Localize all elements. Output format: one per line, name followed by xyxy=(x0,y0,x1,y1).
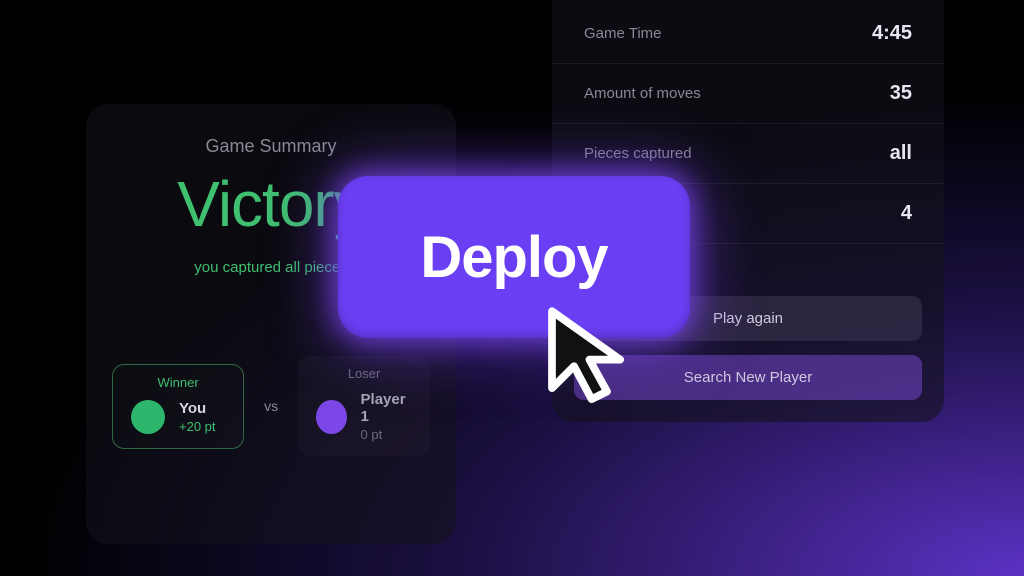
winner-avatar-dot xyxy=(131,400,165,434)
winner-body: You +20 pt xyxy=(131,400,225,434)
stat-value: 4 xyxy=(901,202,912,225)
loser-box: Loser Player 1 0 pt xyxy=(298,356,430,456)
loser-role-label: Loser xyxy=(316,366,412,381)
stat-row: Game Time 4:45 xyxy=(552,4,944,64)
stat-label: Game Time xyxy=(584,25,662,42)
stat-row: Pieces captured all xyxy=(552,124,944,184)
stat-value: 35 xyxy=(890,82,912,105)
summary-title: Game Summary xyxy=(112,136,430,157)
stat-label: Pieces captured xyxy=(584,145,692,162)
loser-name: Player 1 xyxy=(361,391,412,425)
loser-body: Player 1 0 pt xyxy=(316,391,412,442)
vs-label: vs xyxy=(264,398,278,414)
stat-label: Amount of moves xyxy=(584,85,701,102)
stat-row: Amount of moves 35 xyxy=(552,64,944,124)
stat-value: 4:45 xyxy=(872,22,912,45)
winner-name: You xyxy=(179,400,216,417)
winner-score: +20 pt xyxy=(179,419,216,434)
cursor-icon xyxy=(530,298,640,408)
winner-role-label: Winner xyxy=(131,375,225,390)
loser-score: 0 pt xyxy=(361,427,412,442)
stat-value: all xyxy=(890,142,912,165)
winner-box: Winner You +20 pt xyxy=(112,364,244,449)
loser-avatar-dot xyxy=(316,400,346,434)
players-row: Winner You +20 pt vs Loser Player 1 0 pt xyxy=(112,356,430,456)
